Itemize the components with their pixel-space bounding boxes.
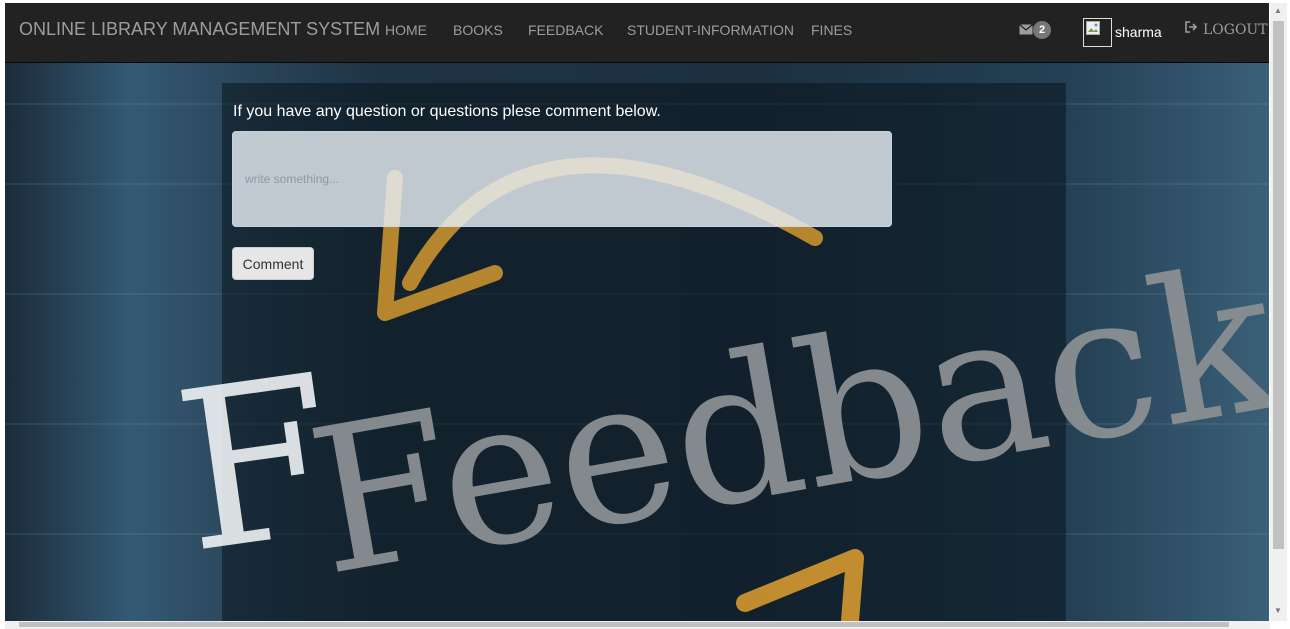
vertical-scrollbar[interactable]: ▲ ▼	[1270, 3, 1287, 621]
comment-textarea[interactable]	[232, 131, 892, 227]
nav-feedback-link[interactable]: FEEDBACK	[528, 22, 603, 38]
vertical-scroll-thumb[interactable]	[1273, 21, 1284, 549]
logout-icon[interactable]	[1185, 21, 1197, 33]
messages-button[interactable]: 2	[1019, 20, 1059, 42]
envelope-icon	[1019, 24, 1033, 35]
scroll-up-icon[interactable]: ▲	[1274, 7, 1282, 15]
nav-books-link[interactable]: BOOKS	[453, 22, 503, 38]
message-count-badge: 2	[1033, 21, 1051, 39]
horizontal-scroll-thumb[interactable]	[19, 622, 1229, 627]
horizontal-scrollbar[interactable]	[5, 621, 1270, 629]
broken-image-icon	[1086, 21, 1100, 35]
comment-button[interactable]: Comment	[232, 247, 314, 280]
avatar[interactable]	[1083, 18, 1112, 47]
logout-link[interactable]: LOGOUT	[1203, 22, 1268, 38]
scroll-down-icon[interactable]: ▼	[1274, 607, 1282, 615]
nav-fines-link[interactable]: FINES	[811, 22, 852, 38]
feedback-prompt: If you have any question or questions pl…	[233, 103, 661, 120]
username-label[interactable]: sharma	[1115, 24, 1162, 40]
nav-home-link[interactable]: HOME	[385, 22, 427, 38]
brand-link[interactable]: ONLINE LIBRARY MANAGEMENT SYSTEM	[19, 19, 380, 40]
browser-viewport: F Feedback ONLINE LIBRARY MANAGEMENT SYS…	[5, 3, 1269, 621]
top-navbar: ONLINE LIBRARY MANAGEMENT SYSTEM HOME BO…	[5, 3, 1269, 63]
nav-student-information-link[interactable]: STUDENT-INFORMATION	[627, 22, 794, 38]
